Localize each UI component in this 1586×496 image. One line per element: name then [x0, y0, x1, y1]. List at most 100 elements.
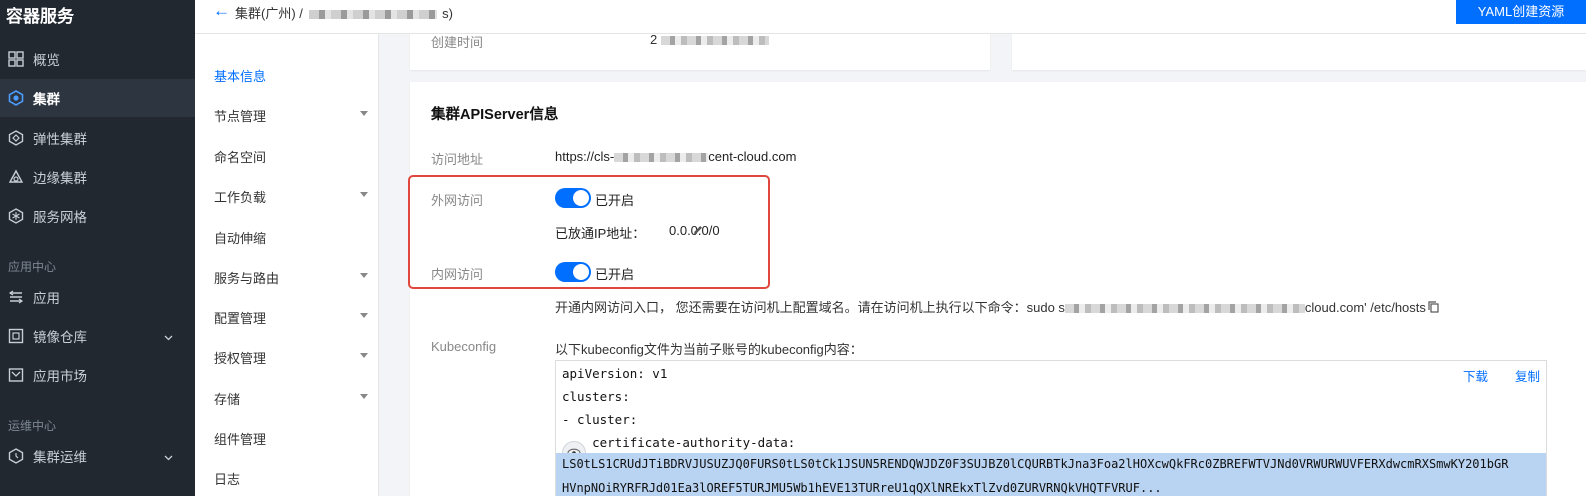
kubeconfig-label: Kubeconfig: [431, 339, 497, 354]
private-hint-suffix: cloud.com' /etc/hosts: [1304, 300, 1426, 315]
private-access-status: 已开启: [595, 267, 635, 282]
subnav-item-component-management[interactable]: 组件管理: [214, 429, 364, 448]
edge-cluster-icon: [8, 169, 24, 185]
subnav-item-service-routing[interactable]: 服务与路由: [214, 268, 368, 287]
download-link[interactable]: 下载: [1463, 366, 1488, 385]
basic-info-card: 创建时间 2: [410, 32, 990, 70]
cert-data-line: LS0tLS1CRUdJTiBDRVJUSUZJQ0FURS0tLS0tCk1J…: [556, 453, 1546, 476]
kubeconfig-desc: 以下kubeconfig文件为当前子账号的kubeconfig内容：: [555, 342, 863, 357]
subnav-item-label: 服务与路由: [214, 271, 280, 286]
sidebar-item-label: 集群运维: [33, 450, 87, 465]
app-title: 容器服务: [6, 7, 74, 26]
redacted-cluster-name: [308, 10, 437, 20]
caret-down-icon: [360, 313, 368, 318]
private-access-toggle[interactable]: [555, 262, 591, 282]
side-info-card: [1012, 34, 1586, 70]
apiserver-title: 集群APIServer信息: [431, 107, 559, 123]
edit-pencil-icon[interactable]: [692, 224, 704, 239]
subnav-item-logs[interactable]: 日志: [214, 469, 364, 488]
elastic-cluster-icon: [8, 130, 24, 146]
access-address-value: https://cls-cent-cloud.com: [555, 149, 796, 164]
kubeconfig-line: - cluster:: [562, 412, 638, 427]
main-sidebar: 容器服务 概览 集群 弹性集群 边缘集群 服务网格 应用中心 应用 镜像仓库 应…: [0, 0, 195, 496]
public-access-toggle[interactable]: [555, 188, 591, 208]
breadcrumb-cluster-link[interactable]: 集群(广州) /: [235, 6, 303, 21]
sidebar-section-app: 应用中心: [8, 260, 57, 274]
sidebar-item-label: 应用市场: [33, 369, 87, 384]
app-market-icon: [8, 367, 24, 383]
kubeconfig-line: certificate-authority-data:: [562, 435, 796, 450]
sidebar-item-label: 概览: [33, 53, 60, 68]
kubeconfig-content[interactable]: apiVersion: v1 clusters: - cluster: cert…: [555, 360, 1547, 496]
subnav-item-label: 节点管理: [214, 109, 267, 124]
subnav-item-label: 工作负载: [214, 190, 267, 205]
caret-down-icon: [360, 111, 368, 116]
sidebar-item-label: 镜像仓库: [33, 330, 87, 345]
sidebar-item-edge-cluster[interactable]: 边缘集群: [0, 158, 195, 196]
create-time-prefix: 2: [650, 32, 658, 47]
subnav-item-label: 授权管理: [214, 351, 267, 366]
sidebar-section-ops: 运维中心: [8, 419, 57, 433]
sidebar-item-service-mesh[interactable]: 服务网格: [0, 197, 195, 235]
subnav-item-storage[interactable]: 存储: [214, 389, 368, 408]
caret-down-icon: [360, 353, 368, 358]
chevron-down-icon: [164, 450, 173, 465]
subnav-item-config-management[interactable]: 配置管理: [214, 308, 368, 327]
redacted-hosts-command: [1064, 304, 1305, 314]
copy-link[interactable]: 复制: [1515, 366, 1540, 385]
create-time-label: 创建时间: [431, 35, 484, 50]
caret-down-icon: [360, 273, 368, 278]
redacted-address: [614, 153, 709, 163]
sidebar-item-app-market[interactable]: 应用市场: [0, 356, 195, 394]
sidebar-item-cluster[interactable]: 集群: [0, 79, 195, 117]
access-address-label: 访问地址: [431, 152, 484, 167]
sidebar-item-label: 弹性集群: [33, 132, 87, 147]
private-access-hint: 开通内网访问入口， 您还需要在访问机上配置域名。请在访问机上执行以下命令：sud…: [555, 297, 1439, 316]
access-address-suffix: cent-cloud.com: [708, 149, 797, 164]
sidebar-item-overview[interactable]: 概览: [0, 40, 195, 78]
subnav-item-autoscaling[interactable]: 自动伸缩: [214, 228, 364, 247]
image-registry-icon: [8, 328, 24, 344]
sidebar-item-image-registry[interactable]: 镜像仓库: [0, 317, 195, 355]
top-header: ← 集群(广州) / s) YAML创建资源: [195, 0, 1586, 34]
subnav-item-workload[interactable]: 工作负载: [214, 187, 368, 206]
sidebar-item-label: 应用: [33, 291, 60, 306]
grid-icon: [8, 51, 24, 67]
public-access-status: 已开启: [595, 193, 635, 208]
cluster-ops-icon: [8, 448, 24, 464]
sidebar-item-elastic-cluster[interactable]: 弹性集群: [0, 119, 195, 157]
breadcrumb: 集群(广州) / s): [235, 3, 453, 22]
cluster-subnav: 基本信息 节点管理 命名空间 工作负载 自动伸缩 服务与路由 配置管理 授权管理…: [195, 34, 379, 496]
sidebar-item-label: 边缘集群: [33, 171, 87, 186]
cert-data-line: HVnpNOiRYRFRJd01Ea3lOREF5TURJMU5Wb1hEVE1…: [556, 476, 1546, 496]
sidebar-item-cluster-ops[interactable]: 集群运维: [0, 437, 195, 475]
cluster-icon: [8, 90, 24, 106]
public-access-label: 外网访问: [431, 193, 484, 208]
subnav-item-namespace[interactable]: 命名空间: [214, 147, 364, 166]
breadcrumb-suffix: s): [442, 6, 453, 21]
subnav-item-label: 存储: [214, 392, 241, 407]
whitelist-label: 已放通IP地址：: [555, 226, 646, 241]
back-arrow-icon[interactable]: ←: [213, 1, 230, 21]
yaml-create-button[interactable]: YAML创建资源: [1456, 0, 1586, 24]
sidebar-item-label: 服务网格: [33, 210, 87, 225]
copy-icon[interactable]: [1428, 301, 1439, 316]
service-mesh-icon: [8, 208, 24, 224]
redacted-create-time: [660, 36, 769, 46]
caret-down-icon: [360, 394, 368, 399]
create-time-value: 2: [650, 32, 769, 47]
caret-down-icon: [360, 192, 368, 197]
sidebar-item-application[interactable]: 应用: [0, 278, 195, 316]
subnav-item-node-management[interactable]: 节点管理: [214, 106, 368, 125]
sidebar-item-label: 集群: [33, 92, 60, 107]
subnav-item-basic-info[interactable]: 基本信息: [214, 66, 364, 85]
private-access-label: 内网访问: [431, 267, 484, 282]
private-hint-text: 开通内网访问入口， 您还需要在访问机上配置域名。请在访问机上执行以下命令：sud…: [555, 300, 1065, 315]
kubeconfig-line: clusters:: [562, 389, 630, 404]
application-icon: [8, 289, 24, 305]
access-address-prefix: https://cls-: [555, 149, 615, 164]
chevron-down-icon: [164, 330, 173, 345]
subnav-item-label: 配置管理: [214, 311, 267, 326]
subnav-item-auth-management[interactable]: 授权管理: [214, 348, 368, 367]
kubeconfig-line: apiVersion: v1: [562, 366, 668, 381]
